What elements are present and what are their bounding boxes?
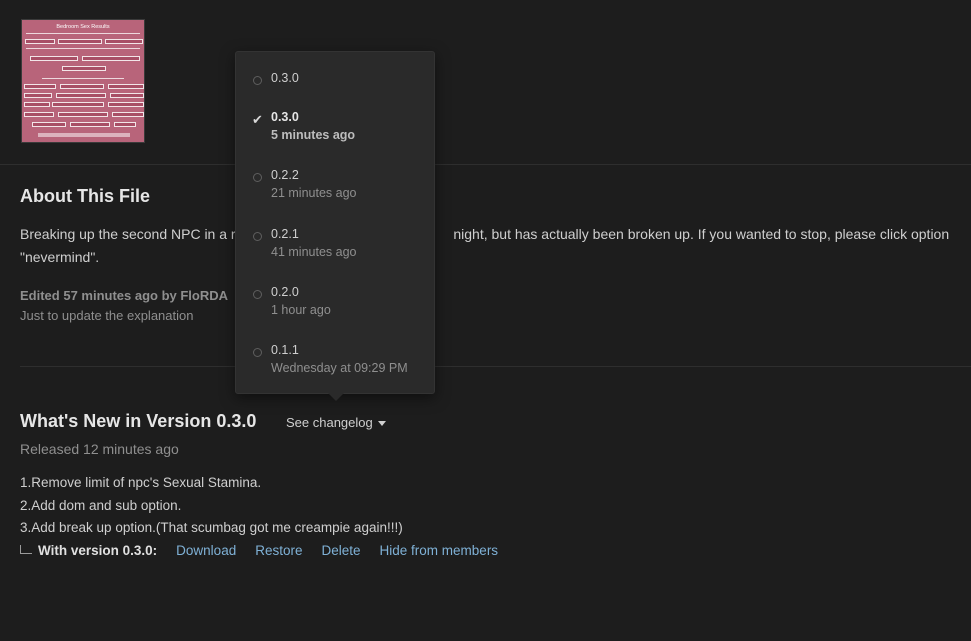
version-date: 5 minutes ago	[271, 128, 356, 142]
version-number: 0.1.1	[271, 343, 299, 357]
thumbnail-decor	[110, 93, 144, 98]
about-description-start: Breaking up the second NPC in a ro	[20, 226, 244, 242]
thumbnail-decor	[24, 102, 50, 107]
versions-dropdown: 0.3.0 ✔ 0.3.0 5 minutes ago 0.2.2 21 min…	[235, 51, 435, 401]
thumbnail-decor	[26, 33, 140, 34]
dropdown-pointer	[328, 393, 344, 401]
thumbnail-decor	[108, 84, 144, 89]
thumbnail-decor	[24, 112, 54, 117]
thumbnail-decor	[60, 84, 104, 89]
about-description: Breaking up the second NPC in a ro night,…	[20, 223, 960, 269]
delete-link[interactable]: Delete	[322, 543, 361, 558]
thumbnail-decor	[30, 56, 78, 61]
thumbnail-decor	[105, 39, 143, 44]
radio-icon	[253, 76, 262, 85]
thumbnail-decor	[42, 78, 124, 79]
radio-icon	[253, 290, 262, 299]
about-title: About This File	[20, 186, 150, 206]
version-number: 0.2.0	[271, 285, 299, 299]
file-thumbnail[interactable]: Bedroom Sex Results	[21, 19, 145, 143]
version-number: 0.3.0	[271, 71, 299, 85]
changes-list: 1.Remove limit of npc's Sexual Stamina. …	[20, 472, 403, 540]
thumbnail-decor	[24, 93, 52, 98]
about-description-end: night, but has actually been broken up. …	[453, 226, 950, 242]
thumbnail-title: Bedroom Sex Results	[56, 24, 110, 30]
branch-icon	[20, 545, 32, 554]
thumbnail-decor	[25, 39, 55, 44]
with-version-label: With version 0.3.0:	[38, 543, 158, 558]
thumbnail-decor	[108, 102, 144, 107]
thumbnail-decor	[114, 122, 136, 127]
radio-icon	[253, 348, 262, 357]
see-changelog-button[interactable]: See changelog	[286, 415, 386, 430]
page: Bedroom Sex Results About This File Brea…	[0, 0, 971, 641]
thumbnail-decor	[112, 112, 144, 117]
hide-from-members-link[interactable]: Hide from members	[380, 543, 499, 558]
edit-note: Just to update the explanation	[20, 308, 194, 323]
thumbnail-decor	[58, 112, 108, 117]
radio-icon	[253, 173, 262, 182]
version-number: 0.3.0	[271, 110, 299, 124]
restore-link[interactable]: Restore	[255, 543, 302, 558]
version-number: 0.2.1	[271, 227, 299, 241]
thumbnail-decor	[26, 48, 140, 49]
caret-down-icon	[377, 421, 386, 427]
download-link[interactable]: Download	[176, 543, 236, 558]
thumbnail-decor	[32, 122, 66, 127]
thumbnail-decor	[70, 122, 110, 127]
thumbnail-decor	[58, 39, 102, 44]
version-date: 1 hour ago	[271, 303, 331, 317]
thumbnail-decor	[52, 102, 104, 107]
see-changelog-label: See changelog	[286, 415, 373, 430]
check-icon: ✔	[252, 112, 263, 127]
version-actions: With version 0.3.0: Download Restore Del…	[20, 543, 517, 558]
section-divider	[0, 164, 971, 165]
section-divider	[20, 366, 971, 367]
thumbnail-decor	[82, 56, 140, 61]
whats-new-title: What's New in Version 0.3.0	[20, 411, 257, 431]
version-number: 0.2.2	[271, 168, 299, 182]
version-date: 41 minutes ago	[271, 245, 357, 259]
thumbnail-decor	[38, 133, 130, 137]
edited-info: Edited 57 minutes ago by FloRDA	[20, 288, 229, 303]
radio-icon	[253, 232, 262, 241]
version-date: Wednesday at 09:29 PM	[271, 361, 408, 375]
change-item: 3.Add break up option.(That scumbag got …	[20, 520, 403, 535]
thumbnail-decor	[56, 93, 106, 98]
change-item: 1.Remove limit of npc's Sexual Stamina.	[20, 475, 262, 490]
change-item: 2.Add dom and sub option.	[20, 497, 182, 513]
thumbnail-decor	[62, 66, 106, 71]
released-info: Released 12 minutes ago	[20, 441, 179, 457]
thumbnail-decor	[24, 84, 56, 89]
version-date: 21 minutes ago	[271, 186, 357, 200]
about-description-line2: "nevermind".	[20, 249, 100, 265]
